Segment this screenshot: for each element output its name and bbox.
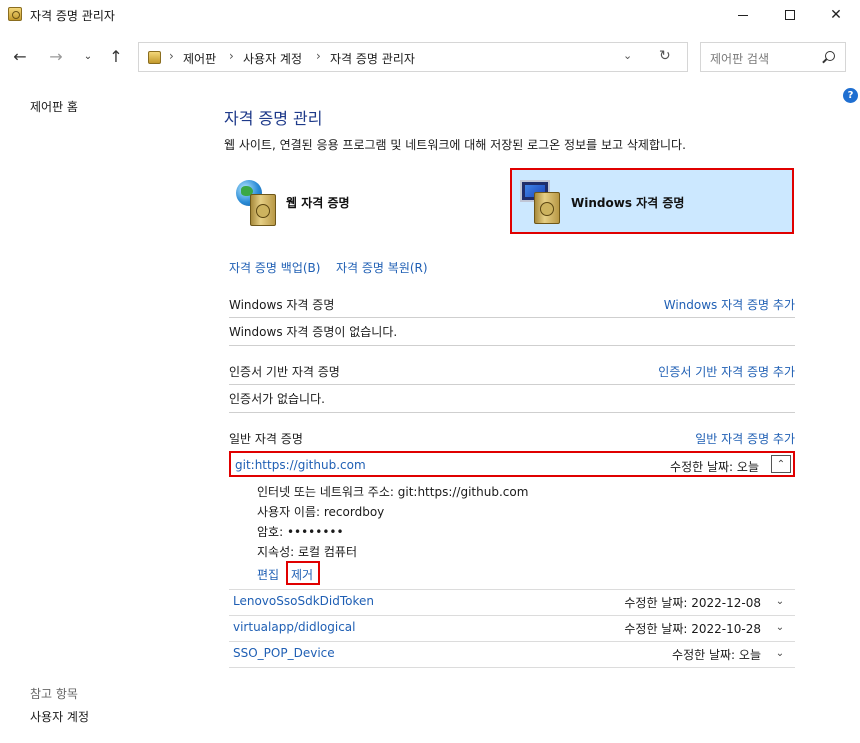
credential-vault-icon <box>8 7 22 21</box>
sidebar-control-panel-home[interactable]: 제어판 홈 <box>30 98 78 115</box>
credential-modified-date: 수정한 날짜: 2022-10-28 <box>624 622 761 636</box>
windows-credentials-button[interactable]: Windows 자격 증명 <box>510 168 794 234</box>
section-title: 인증서 기반 자격 증명 <box>229 365 340 379</box>
remove-credential-link[interactable]: 제거 <box>286 561 320 585</box>
forward-button[interactable]: → <box>44 46 68 66</box>
breadcrumb-separator-icon[interactable]: › <box>316 49 321 63</box>
search-icon[interactable] <box>825 51 835 61</box>
backup-credentials-link[interactable]: 자격 증명 백업(B) <box>229 259 320 276</box>
close-icon: ✕ <box>830 7 842 23</box>
divider <box>229 667 795 668</box>
certificate-credentials-section-header: 인증서 기반 자격 증명 인증서 기반 자격 증명 추가 <box>229 359 795 383</box>
credential-modified-date: 수정한 날짜: 오늘 <box>672 648 761 662</box>
refresh-icon[interactable]: ↻ <box>659 48 671 64</box>
divider <box>229 384 795 385</box>
back-arrow-icon: ← <box>13 46 27 66</box>
add-generic-credential-link[interactable]: 일반 자격 증명 추가 <box>695 430 795 447</box>
control-panel-icon <box>148 51 161 64</box>
credential-row-github[interactable]: git:https://github.com 수정한 날짜: 오늘 ⌃ <box>229 451 795 477</box>
windows-credentials-empty: Windows 자격 증명이 없습니다. <box>229 325 398 339</box>
credential-row[interactable]: LenovoSsoSdkDidToken 수정한 날짜: 2022-12-08 … <box>229 589 795 615</box>
edit-credential-link[interactable]: 편집 <box>257 566 279 583</box>
help-icon[interactable]: ? <box>843 88 858 103</box>
maximize-icon <box>785 10 795 20</box>
credential-modified-date: 수정한 날짜: 오늘 <box>670 460 759 474</box>
sidebar-user-accounts-link[interactable]: 사용자 계정 <box>30 708 89 725</box>
add-certificate-credential-link[interactable]: 인증서 기반 자격 증명 추가 <box>658 363 795 380</box>
minimize-button[interactable] <box>720 0 766 30</box>
section-title: 일반 자격 증명 <box>229 432 303 446</box>
credential-row[interactable]: SSO_POP_Device 수정한 날짜: 오늘 ⌄ <box>229 641 795 667</box>
minimize-icon <box>738 14 748 16</box>
address-bar[interactable]: › 제어판 › 사용자 계정 › 자격 증명 관리자 ⌄ ↻ <box>138 42 688 72</box>
restore-credentials-link[interactable]: 자격 증명 복원(R) <box>336 259 428 276</box>
credential-name[interactable]: git:https://github.com <box>235 458 366 472</box>
search-placeholder: 제어판 검색 <box>710 52 770 66</box>
recent-locations-button[interactable]: ⌄ <box>76 46 100 66</box>
back-button[interactable]: ← <box>8 46 32 66</box>
breadcrumb-separator-icon: › <box>169 49 174 63</box>
divider <box>229 412 795 413</box>
web-credentials-label: 웹 자격 증명 <box>286 196 350 210</box>
close-button[interactable]: ✕ <box>813 0 859 30</box>
search-input[interactable]: 제어판 검색 <box>700 42 846 72</box>
chevron-down-icon: ⌄ <box>83 50 93 62</box>
chevron-down-icon[interactable]: ⌄ <box>771 619 789 635</box>
breadcrumb-control-panel[interactable]: 제어판 <box>183 50 216 67</box>
credential-modified-date: 수정한 날짜: 2022-12-08 <box>624 596 761 610</box>
breadcrumb-credential-manager[interactable]: 자격 증명 관리자 <box>330 50 415 67</box>
breadcrumb-separator-icon[interactable]: › <box>229 49 234 63</box>
credential-persistence: 지속성: 로컬 컴퓨터 <box>257 545 357 559</box>
window-title: 자격 증명 관리자 <box>30 9 115 23</box>
title-bar: 자격 증명 관리자 ✕ <box>0 0 860 30</box>
address-dropdown-icon[interactable]: ⌄ <box>623 49 632 62</box>
up-button[interactable]: ↑ <box>104 46 128 66</box>
sidebar-see-also-heading: 참고 항목 <box>30 687 78 701</box>
section-title: Windows 자격 증명 <box>229 298 335 312</box>
chevron-up-icon[interactable]: ⌃ <box>771 455 791 473</box>
windows-credentials-label: Windows 자격 증명 <box>571 196 685 210</box>
credential-name[interactable]: virtualapp/didlogical <box>233 620 355 634</box>
credential-name[interactable]: SSO_POP_Device <box>233 646 335 660</box>
breadcrumb-user-accounts[interactable]: 사용자 계정 <box>243 50 302 67</box>
credential-name[interactable]: LenovoSsoSdkDidToken <box>233 594 374 608</box>
credential-username: 사용자 이름: recordboy <box>257 505 385 519</box>
forward-arrow-icon: → <box>49 46 63 66</box>
divider <box>229 345 795 346</box>
certificate-credentials-empty: 인증서가 없습니다. <box>229 392 325 406</box>
maximize-button[interactable] <box>767 0 813 30</box>
windows-credentials-icon <box>520 178 564 226</box>
credential-address: 인터넷 또는 네트워크 주소: git:https://github.com <box>257 485 529 499</box>
credential-row[interactable]: virtualapp/didlogical 수정한 날짜: 2022-10-28… <box>229 615 795 641</box>
web-credentials-icon <box>236 180 280 228</box>
navigation-bar: ← → ⌄ ↑ › 제어판 › 사용자 계정 › 자격 증명 관리자 ⌄ ↻ 제… <box>0 36 860 76</box>
add-windows-credential-link[interactable]: Windows 자격 증명 추가 <box>664 296 795 313</box>
chevron-down-icon[interactable]: ⌄ <box>771 593 789 609</box>
generic-credentials-section-header: 일반 자격 증명 일반 자격 증명 추가 <box>229 426 795 450</box>
windows-credentials-section-header: Windows 자격 증명 Windows 자격 증명 추가 <box>229 292 795 316</box>
page-title: 자격 증명 관리 <box>224 109 323 128</box>
divider <box>229 317 795 318</box>
chevron-down-icon[interactable]: ⌄ <box>771 645 789 661</box>
up-arrow-icon: ↑ <box>109 46 123 66</box>
web-credentials-button[interactable]: 웹 자격 증명 <box>228 172 498 232</box>
page-description: 웹 사이트, 연결된 응용 프로그램 및 네트워크에 대해 저장된 로그온 정보… <box>224 138 686 152</box>
credential-password: 암호: •••••••• <box>257 525 344 539</box>
